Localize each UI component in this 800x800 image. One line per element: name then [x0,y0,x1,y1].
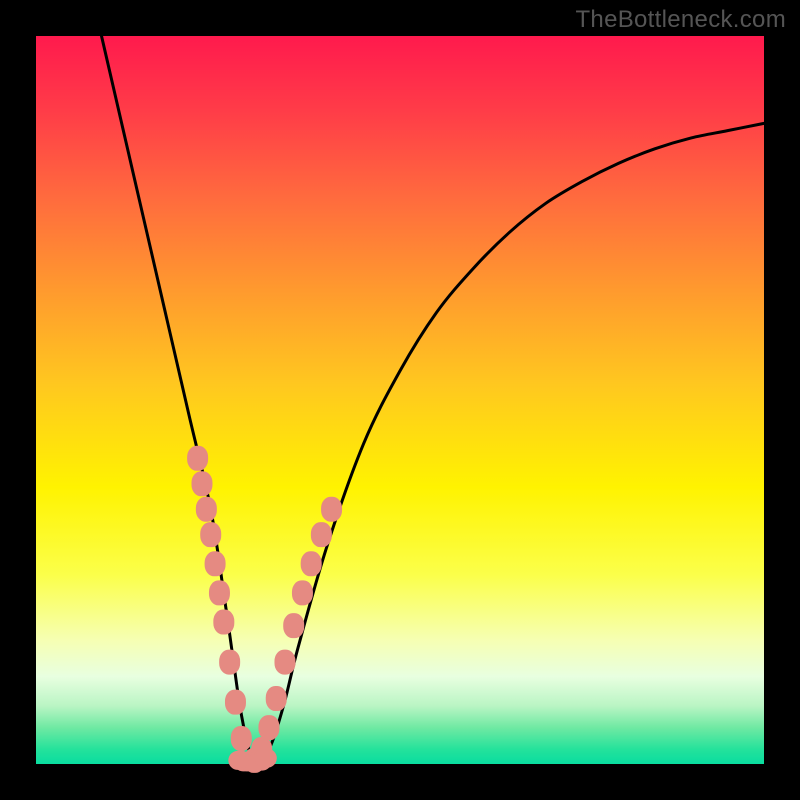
watermark-text: TheBottleneck.com [575,6,786,34]
valley-bottom-markers [229,749,276,771]
plot-area [36,36,764,764]
bottleneck-curve [102,36,764,764]
chart-svg [36,36,764,764]
left-branch-markers [188,446,252,750]
chart-frame: TheBottleneck.com [0,0,800,800]
right-branch-markers [244,497,341,772]
